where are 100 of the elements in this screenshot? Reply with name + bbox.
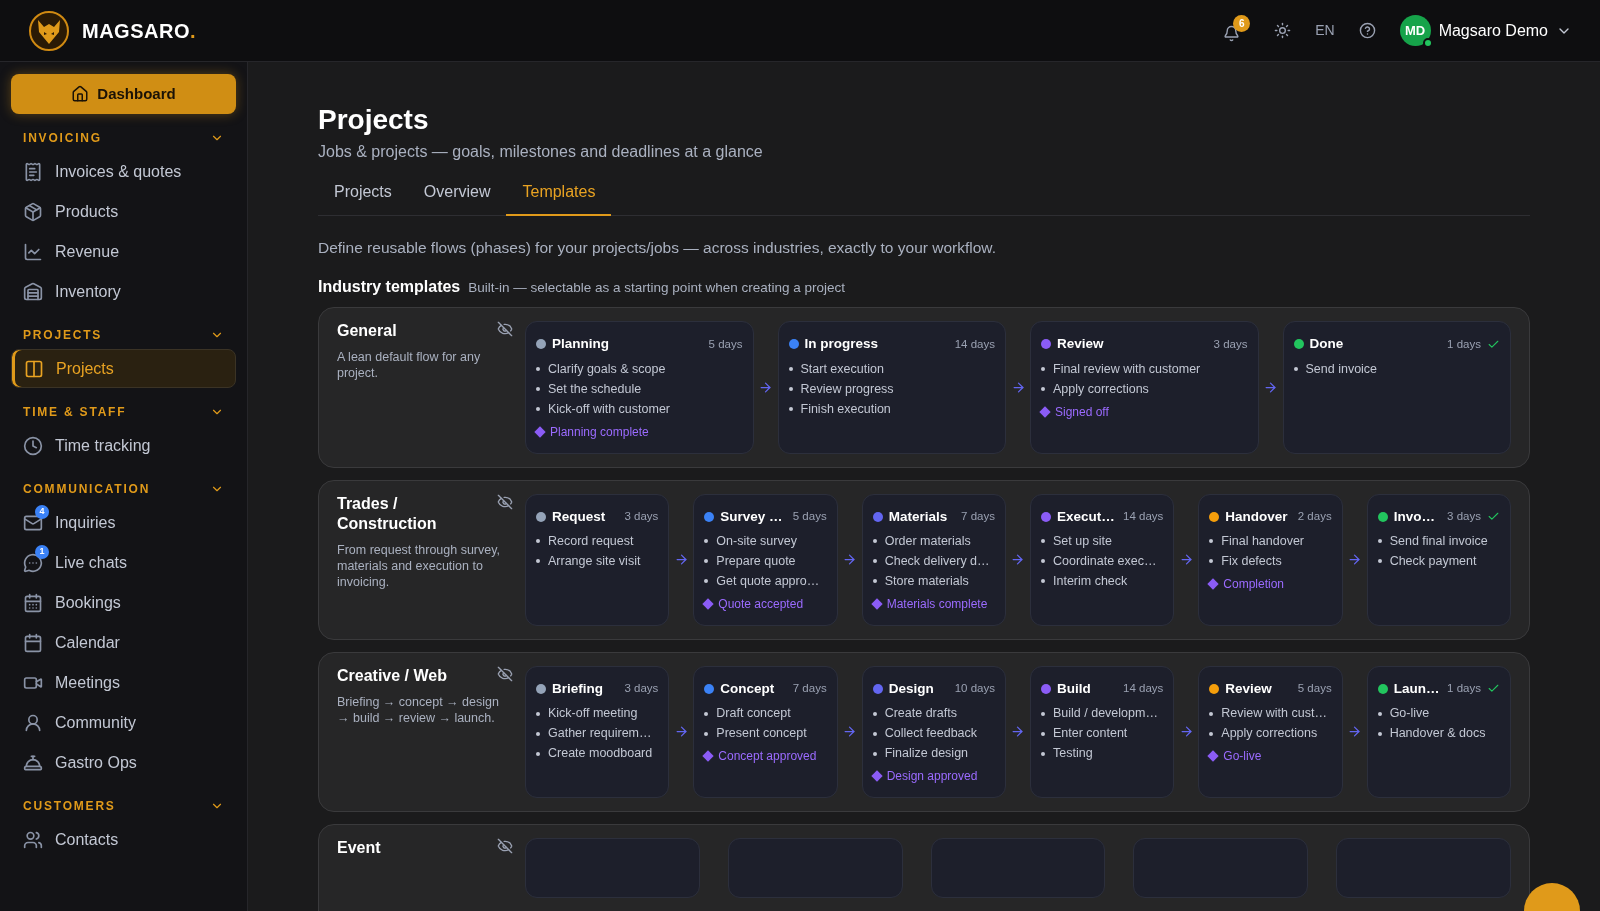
sidebar-item[interactable]: 1 Live chats: [11, 543, 236, 582]
task-item: Gather requirem…: [536, 725, 659, 742]
phase-duration: 5 days: [1297, 681, 1332, 697]
phase-card[interactable]: Survey … 5 days On-site survey Prepare quote Get quote appro… Quote accepted: [693, 493, 838, 626]
phase-duration: 14 days: [1123, 509, 1164, 524]
template-name: Event: [337, 838, 381, 858]
phase-card[interactable]: Build 14 days Build / developm… Enter content Testing: [1030, 665, 1175, 798]
milestone: Go-live: [1209, 747, 1332, 765]
section-header[interactable]: TIME & STAFF: [11, 400, 236, 424]
task-item: Kick-off with customer: [536, 400, 743, 418]
phase-card[interactable]: In progress 14 days Start execution Review progress Finish execution: [777, 321, 1006, 454]
task-item: Review progress: [788, 380, 995, 398]
phase-name: Planning: [552, 335, 609, 354]
task-item: Testing: [1041, 745, 1164, 762]
phase-duration: 1 days: [1447, 336, 1481, 352]
phase-card[interactable]: Planning 5 days Clarify goals & scope Set the schedule Kick-off with customer Planning complete: [525, 321, 754, 454]
template-description: From request through survey, materials and execution to invoicing.: [337, 541, 502, 590]
task-item: Create moodboard: [536, 745, 659, 762]
task-item: Send invoice: [1293, 360, 1500, 378]
phase-card[interactable]: Briefing 3 days Kick-off meeting Gather requirem… Create moodboard: [525, 665, 670, 798]
milestone: Materials complete: [872, 594, 995, 613]
phase-duration: 14 days: [954, 336, 995, 352]
phase-name: Concept: [720, 679, 775, 698]
task-item: Record request: [536, 532, 659, 550]
section-header[interactable]: CUSTOMERS: [11, 794, 236, 818]
template-description: Briefing → concept → design → build → review → launch.: [337, 693, 500, 726]
count-badge: 4: [35, 504, 49, 519]
task-item: Final handover: [1209, 532, 1332, 550]
sidebar-item[interactable]: Invoices & quotes: [11, 152, 236, 191]
phase-card[interactable]: Design 10 days Create drafts Collect feedback Finalize design Design approved: [861, 665, 1006, 798]
task-item: Handover & docs: [1377, 725, 1500, 742]
milestone: Completion: [1209, 574, 1332, 593]
task-item: Send final invoice: [1377, 532, 1500, 550]
task-item: Interim check: [1041, 572, 1164, 590]
sidebar-item[interactable]: Community: [11, 703, 236, 742]
task-item: Apply corrections: [1041, 380, 1248, 398]
sidebar-item[interactable]: Products: [11, 192, 236, 231]
phase-duration: 10 days: [954, 681, 995, 697]
tab[interactable]: Templates: [506, 176, 612, 216]
phase-name: Handover: [1225, 507, 1288, 526]
template-description: A lean default flow for any project.: [337, 349, 482, 382]
task-item: Fix defects: [1209, 552, 1332, 570]
phase-duration: 5 days: [792, 509, 827, 524]
template-name: General: [337, 321, 397, 342]
task-item: Kick-off meeting: [536, 705, 659, 722]
phase-duration: 3 days: [1447, 509, 1481, 524]
sidebar-item[interactable]: 4 Inquiries: [11, 503, 236, 542]
phase-card[interactable]: Concept 7 days Draft concept Present concept Concept approved: [693, 665, 838, 798]
section-header[interactable]: PROJECTS: [11, 323, 236, 347]
sidebar-item[interactable]: Revenue: [11, 232, 236, 271]
section-note: Built-in — selectable as a starting point when creating a project: [468, 279, 845, 298]
phase-card[interactable]: Materials 7 days Order materials Check delivery d… Store materials Materials complete: [861, 493, 1006, 626]
task-item: Get quote appro…: [704, 572, 827, 590]
sidebar-item[interactable]: Inventory: [11, 272, 236, 311]
phase-name: Invo…: [1393, 507, 1435, 526]
task-item: Build / developm…: [1041, 705, 1164, 722]
milestone: Signed off: [1041, 402, 1248, 421]
avatar: MD: [1399, 15, 1431, 46]
sidebar-item[interactable]: Calendar: [11, 623, 236, 662]
phase-name: Done: [1309, 335, 1344, 354]
phase-card[interactable]: Review 5 days Review with cust… Apply corrections Go-live: [1198, 665, 1343, 798]
sidebar-item[interactable]: Contacts: [11, 820, 236, 859]
section-header[interactable]: COMMUNICATION: [11, 477, 236, 501]
task-item: Apply corrections: [1209, 725, 1332, 742]
sidebar-item[interactable]: Gastro Ops: [11, 743, 236, 782]
phase-name: Review: [1225, 679, 1272, 698]
task-item: Go-live: [1377, 705, 1500, 722]
task-item: Review with cust…: [1209, 705, 1332, 722]
tab[interactable]: Projects: [318, 176, 408, 216]
sidebar-item[interactable]: Bookings: [11, 583, 236, 622]
sidebar-item[interactable]: Meetings: [11, 663, 236, 702]
template-name: Creative / Web: [337, 665, 447, 686]
sidebar-item[interactable]: Projects: [11, 349, 236, 388]
phase-card[interactable]: Invo… 3 days Send final invoice Check payment: [1366, 493, 1511, 626]
milestone: Quote accepted: [704, 594, 827, 613]
phase-card[interactable]: Handover 2 days Final handover Fix defects Completion: [1198, 493, 1343, 626]
phase-name: Briefing: [552, 679, 603, 698]
section-title: Industry templates: [318, 277, 461, 298]
phase-card[interactable]: Review 3 days Final review with customer Apply corrections Signed off: [1030, 321, 1259, 454]
language-button[interactable]: EN: [1315, 20, 1335, 41]
phase-name: Request: [552, 507, 606, 526]
task-item: Start execution: [788, 360, 995, 378]
tab[interactable]: Overview: [407, 176, 507, 216]
phase-card[interactable]: Done 1 days Send invoice: [1282, 321, 1511, 454]
task-item: On-site survey: [704, 532, 827, 550]
section-header[interactable]: INVOICING: [11, 126, 236, 150]
phase-card[interactable]: Execut… 14 days Set up site Coordinate exec… Interim check: [1030, 493, 1175, 626]
dashboard-button[interactable]: Dashboard: [11, 74, 236, 114]
user-menu[interactable]: MD Magsaro Demo: [1399, 15, 1572, 46]
phase-card[interactable]: Laun… 1 days Go-live Handover & docs: [1366, 665, 1511, 798]
task-item: Set up site: [1041, 532, 1164, 550]
task-item: Finalize design: [872, 745, 995, 762]
phase-duration: 2 days: [1297, 509, 1332, 524]
task-item: Set the schedule: [536, 380, 743, 398]
task-item: Check delivery d…: [872, 552, 995, 570]
phase-name: In progress: [804, 335, 879, 354]
phase-name: Laun…: [1393, 679, 1440, 698]
phase-duration: 1 days: [1447, 681, 1481, 697]
phase-card[interactable]: Request 3 days Record request Arrange site visit: [525, 493, 670, 626]
sidebar-item[interactable]: Time tracking: [11, 426, 236, 465]
